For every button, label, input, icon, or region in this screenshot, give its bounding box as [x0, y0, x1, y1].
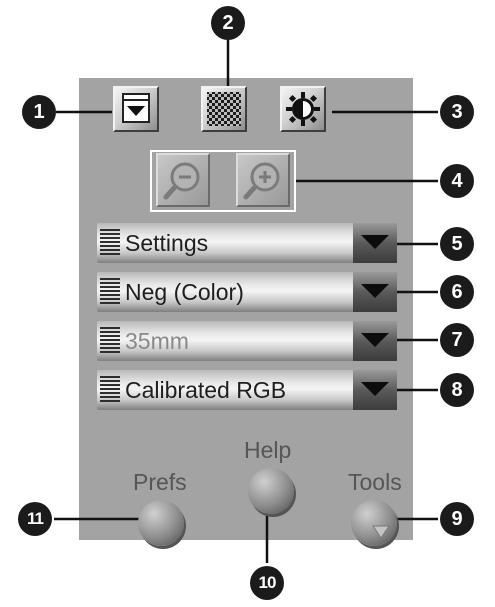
callout-badge: 6 — [440, 275, 474, 309]
zoom-in-icon — [243, 162, 280, 200]
dock-icon — [122, 93, 150, 123]
callout-badge: 9 — [440, 502, 474, 536]
callout-badge: 10 — [250, 566, 284, 600]
dropdown-value: Neg (Color) — [125, 279, 244, 305]
grip-icon — [100, 278, 120, 306]
checker-button[interactable] — [201, 86, 247, 132]
callout-badge: 3 — [440, 95, 474, 129]
grip-icon — [100, 229, 120, 257]
checker-icon — [207, 92, 241, 126]
tools-label: Tools — [348, 469, 402, 495]
color-space-dropdown[interactable]: Calibrated RGB — [97, 370, 397, 410]
callout-badge: 2 — [211, 6, 245, 40]
help-label: Help — [244, 437, 292, 463]
dropdown-value: Calibrated RGB — [125, 377, 287, 403]
triangle-down-icon — [372, 525, 390, 539]
callout-badge: 8 — [440, 373, 474, 407]
film-format-dropdown[interactable]: 35mm — [97, 321, 397, 361]
grip-icon — [100, 327, 120, 355]
contrast-icon — [286, 92, 320, 126]
zoom-out-button[interactable] — [156, 153, 210, 207]
zoom-out-icon — [163, 162, 200, 200]
callout-badge: 1 — [22, 95, 56, 129]
callout-badge: 11 — [18, 502, 52, 536]
dropdown-value: 35mm — [125, 328, 189, 354]
chevron-down-icon — [361, 284, 389, 298]
zoom-in-button[interactable] — [236, 153, 290, 207]
contrast-button[interactable] — [280, 86, 326, 132]
settings-dropdown[interactable]: Settings — [97, 223, 397, 263]
chevron-down-icon — [361, 382, 389, 396]
callout-badge: 7 — [440, 323, 474, 357]
dock-button[interactable] — [113, 86, 159, 132]
dropdown-arrow-button[interactable] — [353, 223, 397, 263]
prefs-button[interactable] — [138, 500, 184, 546]
dropdown-value: Settings — [125, 230, 209, 256]
prefs-label: Prefs — [133, 469, 187, 495]
callout-badge: 4 — [440, 164, 474, 198]
callout-badge: 5 — [440, 227, 474, 261]
help-button[interactable] — [248, 468, 294, 514]
chevron-down-icon — [361, 333, 389, 347]
dropdown-arrow-button[interactable] — [353, 370, 397, 410]
chevron-down-icon — [361, 235, 389, 249]
grip-icon — [100, 376, 120, 404]
dropdown-arrow-button[interactable] — [353, 321, 397, 361]
tools-button[interactable] — [351, 500, 397, 546]
dropdown-arrow-button[interactable] — [353, 272, 397, 312]
film-type-dropdown[interactable]: Neg (Color) — [97, 272, 397, 312]
